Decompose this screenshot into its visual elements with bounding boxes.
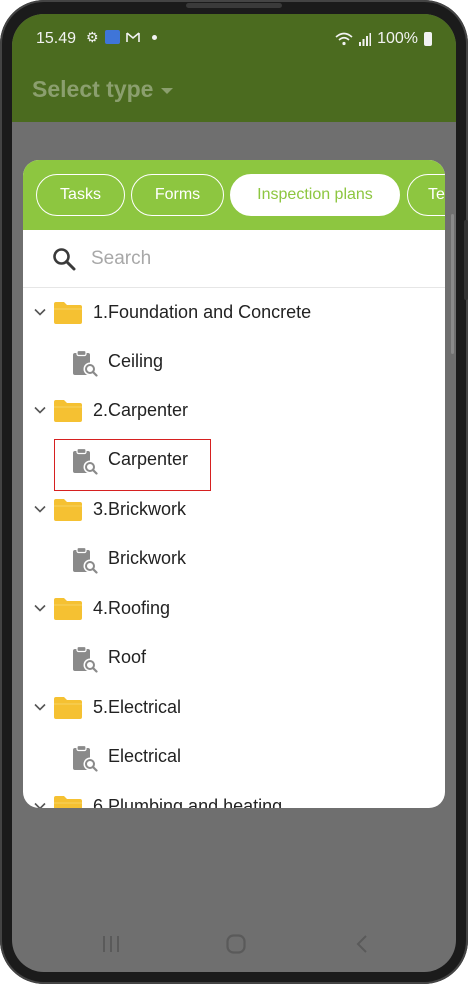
folder-label: 3.Brickwork bbox=[93, 499, 187, 519]
tab-forms[interactable]: Forms bbox=[131, 174, 224, 216]
folder-row[interactable]: 2.Carpenter bbox=[23, 387, 445, 436]
status-notification-icons: ⚙ bbox=[86, 30, 157, 44]
inspection-plan-tree: 1.Foundation and Concrete Ceiling 2.Carp… bbox=[23, 289, 445, 808]
chevron-down-icon[interactable] bbox=[33, 502, 47, 516]
side-button bbox=[464, 220, 468, 300]
caret-down-icon bbox=[161, 87, 174, 94]
folder-icon bbox=[54, 697, 82, 719]
inspection-plan-icon bbox=[73, 546, 98, 574]
inspection-plan-icon bbox=[73, 645, 98, 673]
plan-label: Roof bbox=[108, 647, 147, 667]
plan-item[interactable]: Carpenter bbox=[23, 436, 445, 491]
app-notification-icon bbox=[104, 30, 120, 44]
folder-icon bbox=[54, 302, 82, 324]
plan-label: Electrical bbox=[108, 746, 182, 766]
folder-row[interactable]: 1.Foundation and Concrete bbox=[23, 289, 445, 338]
select-type-dropdown[interactable]: Select type bbox=[32, 76, 174, 103]
plan-label: Ceiling bbox=[108, 351, 164, 371]
folder-icon bbox=[54, 499, 82, 521]
phone-frame: 15.49 ⚙ 100% Select type Tasks Forms Ins… bbox=[0, 0, 468, 984]
tab-inspection-plans[interactable]: Inspection plans bbox=[230, 174, 400, 216]
settings-notification-icon: ⚙ bbox=[86, 29, 99, 45]
type-picker-dialog: Tasks Forms Inspection plans Te Search 1… bbox=[23, 160, 445, 808]
plan-item[interactable]: Brickwork bbox=[23, 535, 445, 584]
status-time: 15.49 bbox=[36, 30, 77, 47]
inspection-plan-icon bbox=[73, 447, 98, 475]
battery-icon bbox=[424, 32, 432, 46]
home-icon bbox=[226, 934, 246, 954]
status-bar: 15.49 ⚙ 100% bbox=[12, 28, 456, 52]
search-icon bbox=[53, 248, 76, 271]
folder-label: 1.Foundation and Concrete bbox=[93, 302, 312, 322]
plan-item[interactable]: Ceiling bbox=[23, 338, 445, 387]
folder-label: 5.Electrical bbox=[93, 697, 182, 717]
folder-label: 2.Carpenter bbox=[93, 400, 189, 420]
plan-item[interactable]: Electrical bbox=[23, 733, 445, 782]
folder-row[interactable]: 3.Brickwork bbox=[23, 486, 445, 535]
chevron-down-icon[interactable] bbox=[33, 403, 47, 417]
plan-label: Brickwork bbox=[108, 548, 187, 568]
folder-label: 6.Plumbing and heating bbox=[93, 796, 283, 808]
battery-percent: 100% bbox=[377, 30, 418, 47]
gmail-notification-icon bbox=[125, 32, 140, 42]
wifi-icon bbox=[335, 32, 353, 46]
folder-row[interactable]: 5.Electrical bbox=[23, 684, 445, 733]
search-input[interactable] bbox=[91, 244, 421, 274]
more-notifications-dot bbox=[151, 34, 157, 40]
inspection-plan-icon bbox=[73, 349, 98, 377]
system-navigation-bar bbox=[12, 914, 456, 972]
plan-item[interactable]: Roof bbox=[23, 634, 445, 683]
top-bezel bbox=[186, 3, 282, 8]
chevron-down-icon[interactable] bbox=[33, 700, 47, 714]
recent-apps-button[interactable] bbox=[98, 932, 124, 956]
folder-icon bbox=[54, 796, 82, 808]
signal-icon bbox=[359, 33, 372, 46]
tab-label: Tasks bbox=[60, 186, 101, 203]
folder-icon bbox=[54, 400, 82, 422]
status-right-icons: 100% bbox=[335, 30, 432, 48]
back-icon bbox=[356, 935, 367, 953]
folder-row[interactable]: 4.Roofing bbox=[23, 585, 445, 634]
home-button[interactable] bbox=[222, 932, 250, 956]
tab-tasks[interactable]: Tasks bbox=[36, 174, 125, 216]
chevron-down-icon[interactable] bbox=[33, 601, 47, 615]
tab-templates[interactable]: Te bbox=[407, 174, 445, 216]
tab-label: Te bbox=[428, 186, 445, 203]
back-button[interactable] bbox=[350, 932, 374, 956]
chevron-down-icon[interactable] bbox=[33, 799, 47, 808]
recent-apps-icon bbox=[103, 936, 119, 952]
select-type-label: Select type bbox=[32, 76, 154, 102]
chevron-down-icon[interactable] bbox=[33, 305, 47, 319]
tab-label: Inspection plans bbox=[257, 186, 373, 203]
folder-row[interactable]: 6.Plumbing and heating bbox=[23, 783, 445, 808]
plan-label: Carpenter bbox=[108, 449, 189, 469]
inspection-plan-icon bbox=[73, 744, 98, 772]
screen: 15.49 ⚙ 100% Select type Tasks Forms Ins… bbox=[12, 14, 456, 972]
scrollbar[interactable] bbox=[451, 214, 454, 354]
folder-label: 4.Roofing bbox=[93, 598, 171, 618]
tab-label: Forms bbox=[154, 186, 201, 203]
app-bar: 15.49 ⚙ 100% Select type bbox=[12, 14, 456, 122]
search-bar bbox=[23, 230, 445, 288]
folder-icon bbox=[54, 598, 82, 620]
tab-bar: Tasks Forms Inspection plans Te bbox=[23, 160, 445, 230]
